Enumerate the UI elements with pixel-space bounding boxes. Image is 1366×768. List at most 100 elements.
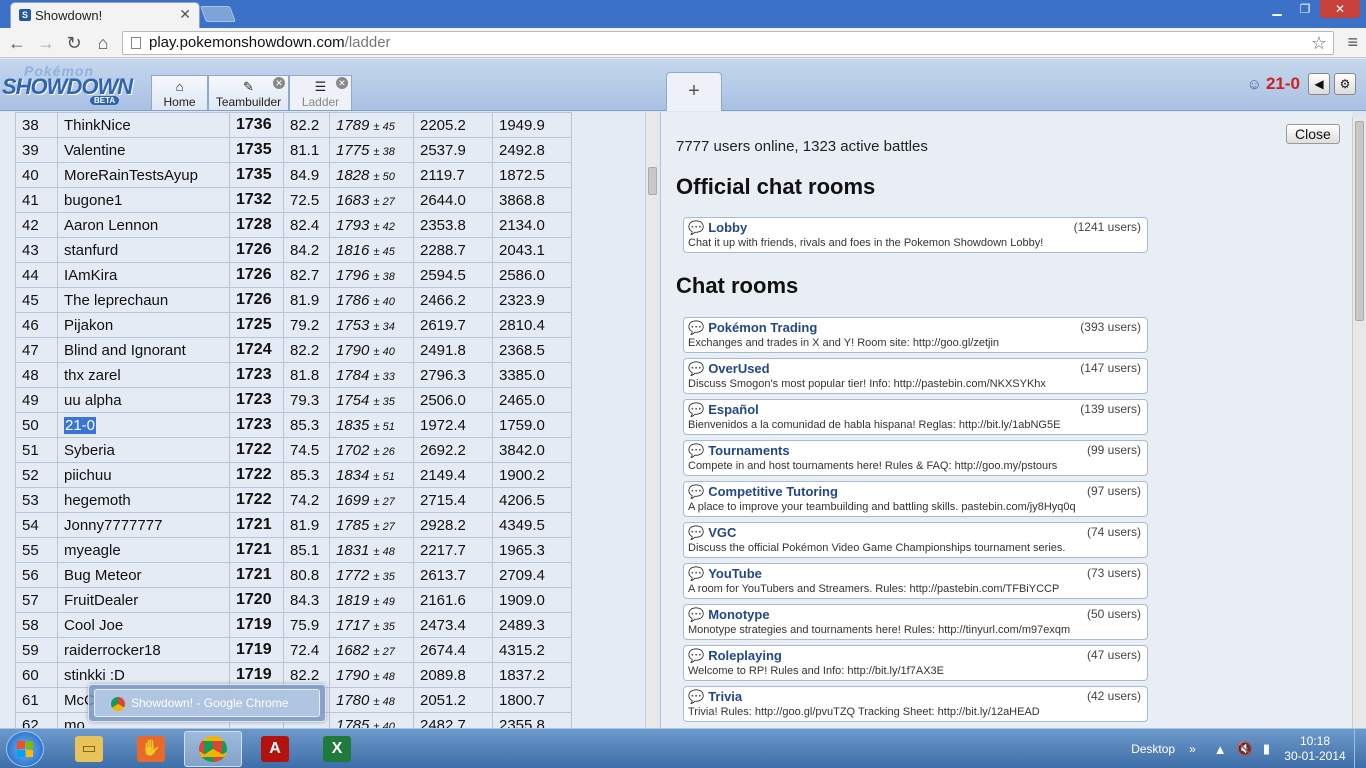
- tab-home[interactable]: ⌂ Home: [151, 75, 208, 110]
- player-name-link[interactable]: IAmKira: [64, 267, 117, 284]
- player-name-link[interactable]: Cool Joe: [64, 617, 123, 634]
- player-name-link[interactable]: FruitDealer: [64, 592, 138, 609]
- close-tab-icon[interactable]: ✕: [179, 6, 191, 23]
- room-link[interactable]: 💬 Trivia (42 users) Trivia! Rules: http://g…: [683, 686, 1148, 722]
- room-link[interactable]: 💬 Tournaments (99 users) Compete in and hos…: [683, 440, 1148, 476]
- room-link[interactable]: 💬 OverUsed (147 users) Discuss Smogon's mos…: [683, 358, 1148, 394]
- elo-cell: 1723: [229, 412, 284, 438]
- stat-cell: 4349.5: [492, 512, 572, 538]
- room-link[interactable]: 💬 VGC (74 users) Discuss the official Pokém…: [683, 522, 1148, 558]
- minimize-icon[interactable]: ▁: [1264, 0, 1290, 18]
- room-link[interactable]: 💬 Pokémon Trading (393 users) Exchanges and…: [683, 317, 1148, 353]
- gxe-cell: 85.1: [283, 537, 330, 563]
- player-name-link[interactable]: 21-0: [64, 416, 97, 434]
- ladder-scroll-thumb[interactable]: [648, 167, 657, 195]
- back-icon[interactable]: ←: [6, 32, 28, 54]
- reload-icon[interactable]: ↻: [63, 32, 85, 54]
- glicko-cell: 1702 ± 26: [329, 437, 414, 463]
- player-name-link[interactable]: hegemoth: [64, 492, 131, 509]
- rank-cell: 61: [15, 687, 58, 713]
- address-bar[interactable]: play.pokemonshowdown.com/ladder ☆: [122, 31, 1334, 55]
- name-cell: Jonny7777777: [57, 512, 230, 538]
- player-name-link[interactable]: The leprechaun: [64, 292, 168, 309]
- rooms-scrollbar[interactable]: [1352, 117, 1366, 728]
- desktop-toolbar-label[interactable]: Desktop: [1131, 742, 1175, 756]
- new-room-tab[interactable]: +: [666, 72, 722, 111]
- room-link[interactable]: 💬 Lobby (1241 users) Chat it up with friend…: [683, 217, 1148, 253]
- player-name-link[interactable]: Bug Meteor: [64, 567, 142, 584]
- gear-icon[interactable]: ⚙: [1334, 73, 1356, 95]
- player-name-link[interactable]: piichuu: [64, 467, 112, 484]
- player-name-link[interactable]: thx zarel: [64, 367, 121, 384]
- glicko-deviation: ± 34: [373, 320, 395, 333]
- room-description: Exchanges and trades in X and Y! Room si…: [688, 337, 1000, 349]
- start-button[interactable]: [6, 731, 44, 767]
- browser-tab[interactable]: S Showdown! ✕: [10, 2, 200, 28]
- close-button[interactable]: Close: [1286, 124, 1340, 144]
- gxe-cell: 85.3: [283, 412, 330, 438]
- player-name-link[interactable]: raiderrocker18: [64, 642, 161, 659]
- taskbar-preview[interactable]: Showdown! - Google Chrome: [88, 684, 326, 722]
- chevron-icon[interactable]: »: [1189, 742, 1196, 756]
- ladder-scrollbar[interactable]: [645, 112, 659, 728]
- player-name-link[interactable]: stinkki :D: [64, 667, 125, 684]
- player-name-link[interactable]: ThinkNice: [64, 117, 131, 134]
- forward-icon[interactable]: →: [35, 32, 57, 54]
- chrome-menu-icon[interactable]: ≡: [1347, 32, 1358, 53]
- player-name-link[interactable]: Pijakon: [64, 317, 113, 334]
- glicko-value: 1828: [336, 166, 370, 184]
- taskbar-chrome[interactable]: [184, 731, 242, 767]
- users-online-text: 7777 users online, 1323 active battles: [676, 138, 928, 155]
- room-link[interactable]: 💬 Monotype (50 users) Monotype strategies a…: [683, 604, 1148, 640]
- player-name-link[interactable]: myeagle: [64, 542, 121, 559]
- close-teambuilder-icon[interactable]: ✕: [273, 77, 285, 89]
- table-row: 40 MoreRainTestsAyup 1735 84.9 1828 ± 50 2119…: [15, 162, 572, 188]
- bookmark-star-icon[interactable]: ☆: [1311, 32, 1327, 54]
- room-name: 💬 Pokémon Trading: [688, 320, 1143, 336]
- player-name-link[interactable]: MoreRainTestsAyup: [64, 167, 198, 184]
- player-name-link[interactable]: Aaron Lennon: [64, 217, 158, 234]
- player-name-link[interactable]: bugone1: [64, 192, 122, 209]
- player-name-link[interactable]: Blind and Ignorant: [64, 342, 186, 359]
- stat-cell: 2119.7: [413, 162, 493, 188]
- room-name: 💬 Español: [688, 402, 1143, 418]
- player-name-link[interactable]: Jonny7777777: [64, 517, 162, 534]
- room-link[interactable]: 💬 Competitive Tutoring (97 users) A place t…: [683, 481, 1148, 517]
- show-desktop-button[interactable]: [1354, 729, 1366, 768]
- player-name-link[interactable]: Valentine: [64, 142, 125, 159]
- volume-muted-icon[interactable]: 🔇: [1237, 741, 1253, 757]
- player-name-link[interactable]: uu alpha: [64, 392, 122, 409]
- player-name-link[interactable]: stanfurd: [64, 242, 118, 259]
- clock[interactable]: 10:18 30-01-2014: [1280, 734, 1350, 764]
- new-browser-tab-button[interactable]: [200, 6, 236, 22]
- preview-window[interactable]: Showdown! - Google Chrome: [94, 689, 320, 717]
- tray-expand-icon[interactable]: ▲: [1214, 742, 1227, 757]
- name-cell: myeagle: [57, 537, 230, 563]
- player-name-link[interactable]: Syberia: [64, 442, 115, 459]
- glicko-cell: 1828 ± 50: [329, 162, 414, 188]
- taskbar-media[interactable]: ✋: [122, 731, 180, 767]
- taskbar-acrobat[interactable]: A: [246, 731, 304, 767]
- room-link[interactable]: 💬 Roleplaying (47 users) Welcome to RP! Rul…: [683, 645, 1148, 681]
- tab-teambuilder[interactable]: ✎ Teambuilder ✕: [208, 75, 289, 110]
- rooms-scroll-thumb[interactable]: [1355, 121, 1364, 321]
- taskbar-explorer[interactable]: ▭: [60, 731, 118, 767]
- player-name-link[interactable]: mo: [64, 717, 85, 729]
- glicko-value: 1831: [336, 541, 370, 559]
- close-ladder-icon[interactable]: ✕: [336, 77, 348, 89]
- home-icon[interactable]: ⌂: [92, 32, 114, 54]
- glicko-value: 1775: [336, 141, 370, 159]
- tab-ladder[interactable]: ☰ Ladder ✕: [289, 75, 352, 110]
- taskbar-excel[interactable]: X: [308, 731, 366, 767]
- battery-icon[interactable]: ▮: [1263, 741, 1270, 757]
- close-window-icon[interactable]: ✕: [1320, 0, 1360, 18]
- room-link[interactable]: 💬 Español (139 users) Bienvenidos a la comu…: [683, 399, 1148, 435]
- restore-icon[interactable]: ❐: [1292, 0, 1318, 18]
- sound-icon[interactable]: ◀: [1308, 73, 1330, 95]
- rank-cell: 57: [15, 587, 58, 613]
- table-row: 48 thx zarel 1723 81.8 1784 ± 33 2796.3 3385.0: [15, 362, 572, 388]
- windows-taskbar: ▭ ✋ A X Desktop » ▲ 🔇 ▮ 10:18 30-01-2014: [0, 728, 1366, 768]
- room-link[interactable]: 💬 YouTube (73 users) A room for YouTubers a…: [683, 563, 1148, 599]
- glicko-value: 1796: [336, 266, 370, 284]
- username[interactable]: 21-0: [1266, 74, 1300, 94]
